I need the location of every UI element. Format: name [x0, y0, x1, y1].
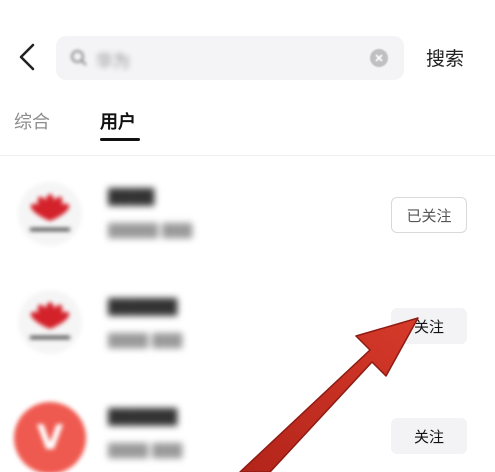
user-list-item[interactable]: ██████ ████ ███ 关注	[0, 268, 495, 378]
follow-button[interactable]: 关注	[391, 308, 467, 344]
close-icon	[375, 54, 383, 62]
search-button[interactable]: 搜索	[426, 44, 464, 71]
user-name: ████	[108, 188, 155, 206]
vmall-logo-avatar: V	[14, 402, 86, 472]
user-follower-count: ████ ███	[108, 444, 183, 459]
result-tabs: 综合 用户	[0, 100, 495, 150]
back-button[interactable]	[12, 40, 42, 74]
user-follower-count: █████ ███	[108, 224, 193, 239]
search-header: 华为 搜索	[0, 28, 495, 90]
status-bar	[0, 0, 495, 22]
tab-all[interactable]: 综合	[14, 108, 50, 134]
search-icon	[71, 50, 87, 66]
tab-users[interactable]: 用户	[100, 108, 136, 134]
user-list-item[interactable]: ████ █████ ███ 已关注	[0, 160, 495, 270]
user-follower-count: ████ ███	[108, 334, 183, 349]
user-name: ██████	[108, 298, 178, 316]
huawei-logo-avatar	[18, 290, 82, 354]
user-list-item[interactable]: V ██████ ████ ███ 关注	[0, 378, 495, 472]
clear-search-button[interactable]	[370, 49, 388, 67]
active-tab-indicator	[100, 138, 140, 141]
follow-button[interactable]: 关注	[391, 418, 467, 454]
search-bar[interactable]: 华为	[56, 36, 404, 80]
divider	[0, 155, 495, 156]
chevron-left-icon	[19, 43, 35, 71]
huawei-logo-avatar	[18, 182, 82, 246]
user-name: ██████	[108, 408, 178, 426]
app-screen: 华为 搜索 综合 用户 ████ █████ ███ 已关注 ██████ ██…	[0, 0, 495, 472]
search-input[interactable]: 华为	[96, 47, 346, 72]
followed-button[interactable]: 已关注	[391, 197, 467, 233]
